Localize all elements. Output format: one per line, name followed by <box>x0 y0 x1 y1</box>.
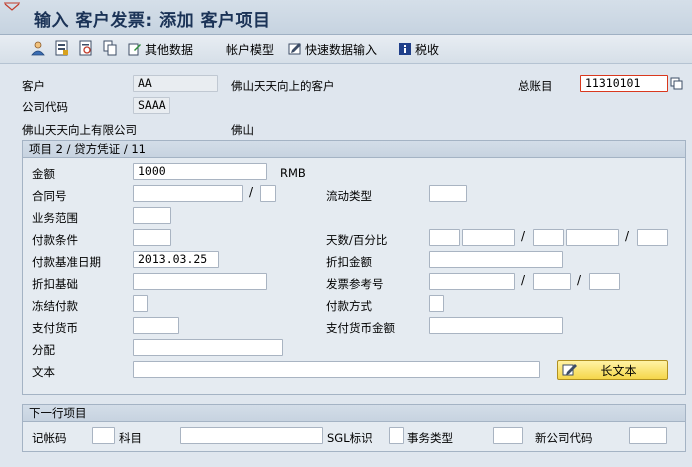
payment-terms-field[interactable] <box>133 229 171 246</box>
sgl-indicator-field[interactable] <box>389 427 404 444</box>
assignment-label: 分配 <box>32 343 55 357</box>
gl-account-search-icon[interactable] <box>670 77 683 90</box>
baseline-date-label: 付款基准日期 <box>32 255 101 269</box>
fast-data-entry-button[interactable]: 快速数据输入 <box>288 39 377 59</box>
payment-currency-label: 支付货币 <box>32 321 78 335</box>
transaction-type-label: 事务类型 <box>407 431 453 445</box>
payment-terms-label: 付款条件 <box>32 233 78 247</box>
company-name: 佛山天天向上有限公司 <box>22 123 137 137</box>
invoice-ref-separator-2: / <box>577 273 582 287</box>
long-text-icon <box>562 364 577 376</box>
invoice-ref-item-field[interactable] <box>589 273 620 290</box>
long-text-label: 长文本 <box>600 363 637 378</box>
info-icon <box>399 43 411 55</box>
tax-label: 税收 <box>415 42 440 57</box>
invoice-ref-year-field[interactable] <box>533 273 571 290</box>
payment-method-field[interactable] <box>429 295 444 312</box>
company-code-label: 公司代码 <box>22 100 68 114</box>
discount-amount-field[interactable] <box>429 251 563 268</box>
new-company-code-label: 新公司代码 <box>535 431 593 445</box>
assignment-field[interactable] <box>133 339 283 356</box>
contract-separator: / <box>249 185 254 199</box>
contract-label: 合同号 <box>32 189 67 203</box>
long-text-button[interactable]: 长文本 <box>557 360 668 380</box>
business-area-label: 业务范围 <box>32 211 78 225</box>
application-toolbar: 其他数据 帐户模型 快速数据输入 税收 <box>0 35 692 64</box>
payment-currency-amount-label: 支付货币金额 <box>326 321 395 335</box>
discount-amount-label: 折扣金额 <box>326 255 372 269</box>
account-field[interactable] <box>180 427 323 444</box>
amount-field[interactable]: 1000 <box>133 163 267 180</box>
payment-currency-field[interactable] <box>133 317 179 334</box>
flow-type-field[interactable] <box>429 185 467 202</box>
account-model-button[interactable]: 帐户模型 <box>226 39 274 59</box>
gl-account-label: 总账目 <box>518 79 553 93</box>
fast-entry-icon <box>288 43 301 55</box>
document-display-icon[interactable] <box>78 40 94 56</box>
account-model-label: 帐户模型 <box>226 42 275 57</box>
payment-block-field[interactable] <box>133 295 148 312</box>
days-separator-2: / <box>625 229 630 243</box>
percent2-field[interactable] <box>566 229 619 246</box>
fast-data-entry-label: 快速数据输入 <box>305 42 378 57</box>
contract-field[interactable] <box>133 185 243 202</box>
sgl-indicator-label: SGL标识 <box>327 431 373 445</box>
payment-currency-amount-field[interactable] <box>429 317 563 334</box>
invoice-reference-label: 发票参考号 <box>326 277 384 291</box>
invoice-ref-field[interactable] <box>429 273 515 290</box>
other-data-label: 其他数据 <box>145 42 194 57</box>
city: 佛山 <box>231 123 254 137</box>
window-corner-icon <box>4 2 20 11</box>
page-title: 输入 客户发票: 添加 客户项目 <box>34 11 271 31</box>
invoice-ref-separator-1: / <box>521 273 526 287</box>
payment-method-label: 付款方式 <box>326 299 372 313</box>
tax-button[interactable]: 税收 <box>398 39 439 59</box>
days2-field[interactable] <box>533 229 564 246</box>
days-percent-label: 天数/百分比 <box>326 233 388 247</box>
days-net-field[interactable] <box>637 229 668 246</box>
user-search-icon[interactable] <box>30 40 46 56</box>
contract-type-field[interactable] <box>260 185 276 202</box>
discount-base-label: 折扣基础 <box>32 277 78 291</box>
document-overview-icon[interactable] <box>54 40 70 56</box>
flow-type-label: 流动类型 <box>326 189 372 203</box>
text-label: 文本 <box>32 365 55 379</box>
account-label: 科目 <box>119 431 142 445</box>
customer-field[interactable]: AA <box>133 75 218 92</box>
baseline-date-field[interactable]: 2013.03.25 <box>133 251 219 268</box>
next-item-section-title: 下一行项目 <box>23 405 685 422</box>
discount-base-field[interactable] <box>133 273 267 290</box>
transaction-type-field[interactable] <box>493 427 523 444</box>
gl-account-field[interactable]: 11310101 <box>580 75 668 92</box>
item-section-title: 项目 2 / 贷方凭证 / 11 <box>23 141 685 158</box>
days-separator-1: / <box>521 229 526 243</box>
other-data-button[interactable]: 其他数据 <box>128 39 193 59</box>
payment-block-label: 冻结付款 <box>32 299 78 313</box>
amount-label: 金额 <box>32 167 55 181</box>
text-field[interactable] <box>133 361 540 378</box>
percent1-field[interactable] <box>462 229 515 246</box>
title-bar: 输入 客户发票: 添加 客户项目 <box>0 0 692 35</box>
business-area-field[interactable] <box>133 207 171 224</box>
edit-arrow-icon <box>128 43 141 56</box>
customer-label: 客户 <box>22 79 45 93</box>
currency-label: RMB <box>280 166 306 180</box>
posting-key-label: 记帐码 <box>32 431 67 445</box>
copy-icon[interactable] <box>102 40 118 56</box>
company-code-field[interactable]: SAAA <box>133 97 170 114</box>
days1-field[interactable] <box>429 229 460 246</box>
posting-key-field[interactable] <box>92 427 115 444</box>
new-company-code-field[interactable] <box>629 427 667 444</box>
customer-name: 佛山天天向上的客户 <box>231 79 335 93</box>
